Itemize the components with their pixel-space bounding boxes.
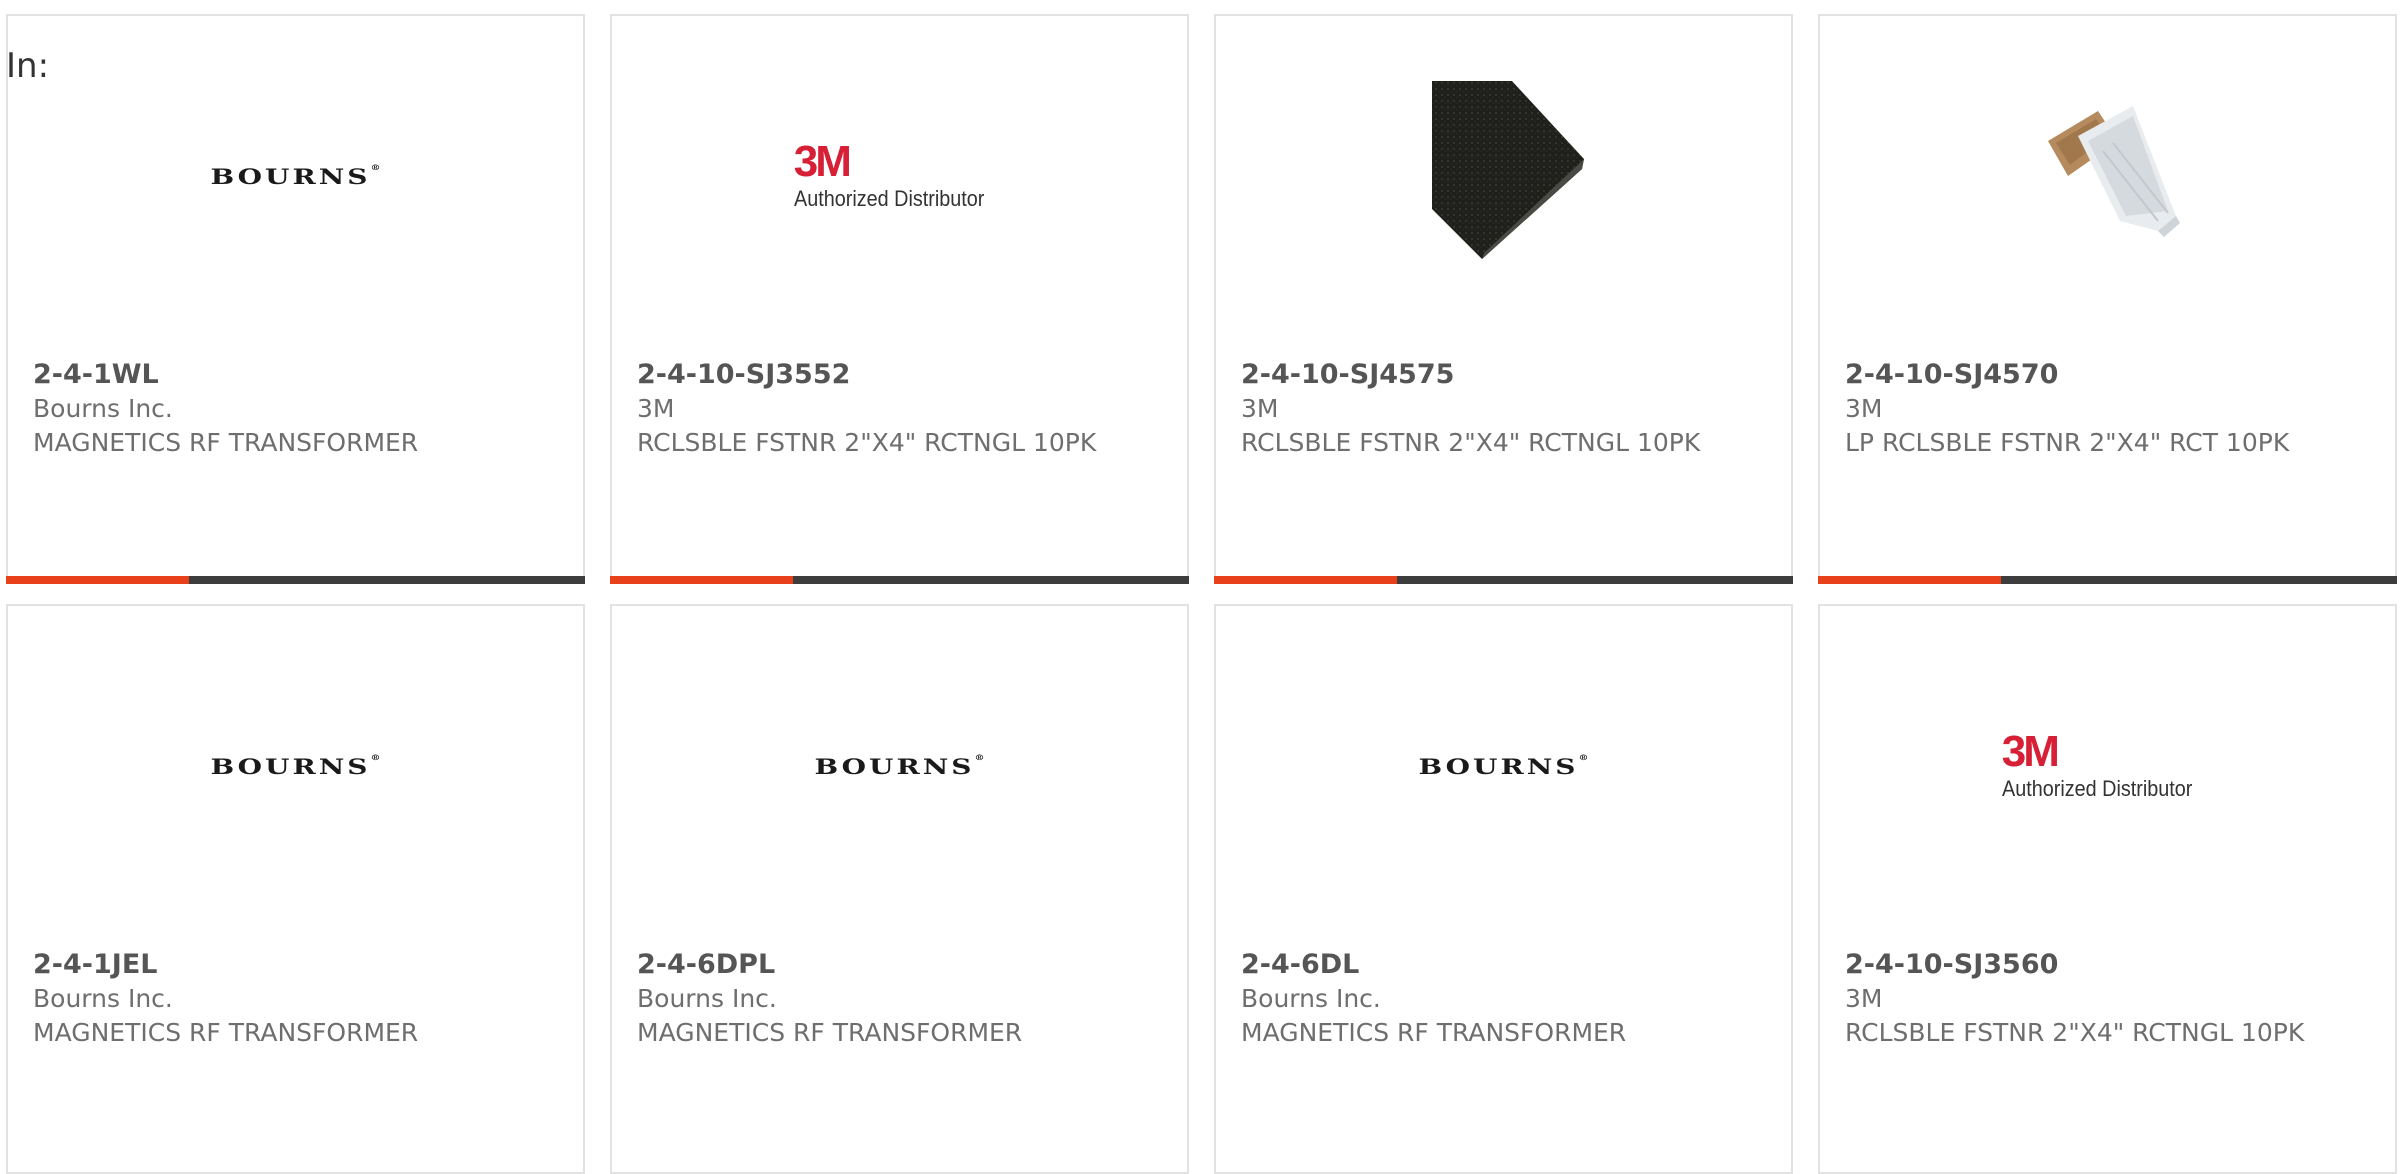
product-card[interactable]: BOURNS® 2-4-6DL Bourns Inc. MAGNETICS RF… [1214,604,1793,1174]
part-number[interactable]: 2-4-6DPL [637,948,1167,982]
logo-text: BOURNS [1418,753,1579,779]
product-info: 2-4-10-SJ3552 3M RCLSBLE FSTNR 2"X4" RCT… [637,358,1167,460]
filter-label: In: [6,46,50,86]
3m-logo: 3M Authorized Distributor [794,140,1006,212]
product-image[interactable]: BOURNS® [8,666,583,866]
manufacturer: 3M [1241,394,1279,423]
part-number[interactable]: 2-4-10-SJ3552 [637,358,1167,392]
product-image[interactable]: BOURNS® [8,76,583,276]
description: RCLSBLE FSTNR 2"X4" RCTNGL 10PK [1845,1018,2305,1047]
bourns-logo: BOURNS® [210,753,381,779]
part-number[interactable]: 2-4-1WL [33,358,563,392]
card-footer-bar [1818,576,2397,584]
manufacturer: Bourns Inc. [33,984,173,1013]
card-footer-bar [6,576,585,584]
product-card[interactable]: 2-4-10-SJ4570 3M LP RCLSBLE FSTNR 2"X4" … [1818,14,2397,584]
manufacturer: 3M [1845,984,1883,1013]
logo-text: 3M [793,137,852,186]
product-card[interactable]: 3M Authorized Distributor 2-4-10-SJ3552 … [610,14,1189,584]
description: RCLSBLE FSTNR 2"X4" RCTNGL 10PK [1241,428,1701,457]
manufacturer: Bourns Inc. [33,394,173,423]
black-fastener-strip-photo [1431,81,1584,259]
product-image[interactable]: BOURNS® [612,666,1187,866]
product-image[interactable]: 3M Authorized Distributor [1820,666,2395,866]
logo-text: BOURNS [210,163,371,189]
product-grid: BOURNS® 2-4-1WL Bourns Inc. MAGNETICS RF… [6,14,2400,1174]
manufacturer: Bourns Inc. [637,984,777,1013]
bourns-logo: BOURNS® [1418,753,1589,779]
product-info: 2-4-1WL Bourns Inc. MAGNETICS RF TRANSFO… [33,358,563,460]
product-card[interactable]: 3M Authorized Distributor 2-4-10-SJ3560 … [1818,604,2397,1174]
description: RCLSBLE FSTNR 2"X4" RCTNGL 10PK [637,428,1097,457]
clear-fastener-strip-photo [2047,106,2180,237]
logo-subtext: Authorized Distributor [793,186,985,211]
product-info: 2-4-6DL Bourns Inc. MAGNETICS RF TRANSFO… [1241,948,1771,1050]
bourns-logo: BOURNS® [814,753,985,779]
bourns-logo: BOURNS® [210,163,381,189]
card-accent-bar [1214,576,1397,584]
card-accent-bar [610,576,793,584]
product-info: 2-4-10-SJ4575 3M RCLSBLE FSTNR 2"X4" RCT… [1241,358,1771,460]
product-card[interactable]: BOURNS® 2-4-1JEL Bourns Inc. MAGNETICS R… [6,604,585,1174]
product-image[interactable]: BOURNS® [1216,666,1791,866]
description: MAGNETICS RF TRANSFORMER [33,428,419,457]
description: MAGNETICS RF TRANSFORMER [1241,1018,1627,1047]
manufacturer: Bourns Inc. [1241,984,1381,1013]
logo-text: BOURNS [210,753,371,779]
part-number[interactable]: 2-4-6DL [1241,948,1771,982]
logo-text: 3M [2001,727,2060,776]
part-number[interactable]: 2-4-10-SJ3560 [1845,948,2375,982]
card-footer-bar [1214,576,1793,584]
description: LP RCLSBLE FSTNR 2"X4" RCT 10PK [1845,428,2290,457]
part-number[interactable]: 2-4-1JEL [33,948,563,982]
product-card[interactable]: BOURNS® 2-4-6DPL Bourns Inc. MAGNETICS R… [610,604,1189,1174]
product-image[interactable] [1216,76,1791,276]
description: MAGNETICS RF TRANSFORMER [33,1018,419,1047]
product-card[interactable]: 2-4-10-SJ4575 3M RCLSBLE FSTNR 2"X4" RCT… [1214,14,1793,584]
manufacturer: 3M [637,394,675,423]
product-image[interactable] [1820,76,2395,276]
3m-logo: 3M Authorized Distributor [2002,730,2214,802]
product-info: 2-4-1JEL Bourns Inc. MAGNETICS RF TRANSF… [33,948,563,1050]
product-card[interactable]: BOURNS® 2-4-1WL Bourns Inc. MAGNETICS RF… [6,14,585,584]
manufacturer: 3M [1845,394,1883,423]
part-number[interactable]: 2-4-10-SJ4570 [1845,358,2375,392]
card-footer-bar [610,576,1189,584]
logo-subtext: Authorized Distributor [2001,776,2193,801]
description: MAGNETICS RF TRANSFORMER [637,1018,1023,1047]
product-info: 2-4-10-SJ3560 3M RCLSBLE FSTNR 2"X4" RCT… [1845,948,2375,1050]
card-accent-bar [1818,576,2001,584]
part-number[interactable]: 2-4-10-SJ4575 [1241,358,1771,392]
card-accent-bar [6,576,189,584]
product-info: 2-4-10-SJ4570 3M LP RCLSBLE FSTNR 2"X4" … [1845,358,2375,460]
product-info: 2-4-6DPL Bourns Inc. MAGNETICS RF TRANSF… [637,948,1167,1050]
product-image[interactable]: 3M Authorized Distributor [612,76,1187,276]
logo-text: BOURNS [814,753,975,779]
